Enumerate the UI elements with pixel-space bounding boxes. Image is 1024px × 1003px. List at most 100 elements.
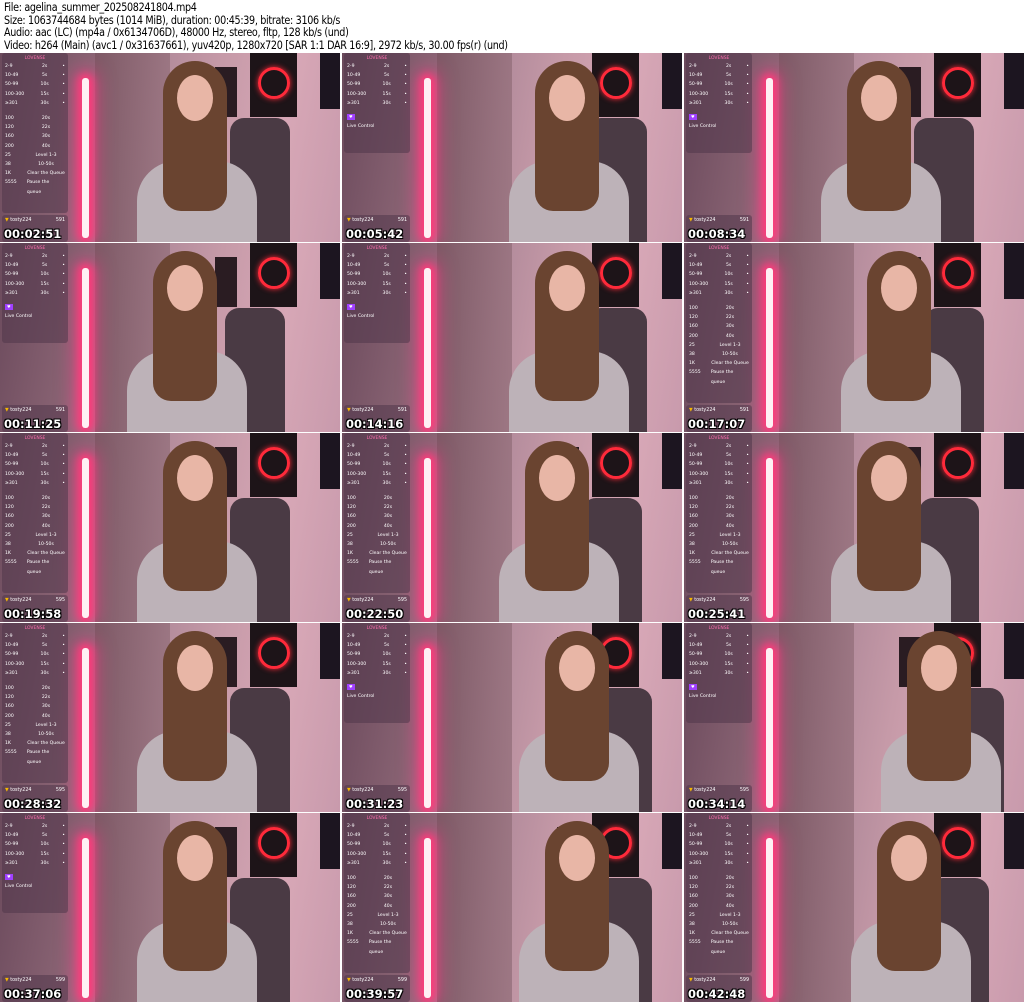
overlay-row: 1K Clear the Queue — [5, 741, 65, 747]
trophy-icon: ▼ — [5, 408, 9, 413]
neon-light — [424, 838, 431, 998]
overlay-row: 50-99 10s • — [5, 462, 65, 468]
overlay-row: 100-300 15s • — [689, 281, 749, 287]
overlay-row: ≥301 30s • — [5, 670, 65, 676]
overlay-tag: ♥ — [689, 114, 697, 121]
overlay-row: 2-9 2s • — [689, 64, 749, 69]
overlay-row: 10-49 5s • — [347, 453, 407, 459]
live-control-label: Live Control — [347, 694, 375, 700]
door — [437, 813, 512, 1002]
overlay-row: 120 22s — [689, 505, 735, 511]
lovense-overlay-panel: LOVENSE 2-9 2s • 10-49 5s • 50-99 10s • 100-300 15… — [686, 433, 752, 593]
timestamp: 00:28:32 — [4, 797, 62, 811]
overlay-tag: ♥ — [347, 684, 355, 691]
overlay-row: 100-300 15s • — [689, 471, 749, 477]
overlay-row: 1K Clear the Queue — [347, 931, 407, 937]
overlay-row: 50-99 10s • — [347, 652, 407, 658]
lovense-overlay-panel: LOVENSE 2-9 2s • 10-49 5s • 50-99 10s • 100-300 15… — [2, 433, 68, 593]
poster — [1004, 243, 1024, 299]
overlay-row: 50-99 10s • — [5, 272, 65, 278]
trophy-icon: ▼ — [5, 788, 9, 793]
overlay-row: 50-99 10s • — [689, 462, 749, 468]
overlay-row: ≥301 30s • — [347, 480, 407, 486]
neon-light — [424, 458, 431, 618]
overlay-row: ≥301 30s • — [689, 670, 749, 676]
tipper-name: tosty224 — [694, 408, 716, 413]
poster — [1004, 53, 1024, 109]
overlay-row: 5555 Pause the queue — [689, 370, 734, 385]
live-control-label: Live Control — [689, 694, 717, 700]
person — [519, 631, 639, 812]
overlay-row: 10-49 5s • — [347, 73, 407, 79]
neon-light — [82, 838, 89, 998]
poster — [662, 813, 682, 869]
video-thumbnail: LOVENSE 2-9 2s • 10-49 5s • 50-99 10s • 100-300 15… — [0, 53, 340, 242]
overlay-row: 100-300 15s • — [5, 661, 65, 667]
timestamp: 00:19:58 — [4, 607, 62, 621]
video-thumbnail: LOVENSE 2-9 2s • 10-49 5s • 50-99 10s • 100-300 15… — [342, 433, 682, 622]
overlay-row: 5555 Pause the queue — [5, 750, 50, 765]
overlay-row: 38 10-50s — [5, 162, 54, 168]
overlay-row: 100 20s — [689, 306, 735, 312]
video-thumbnail: LOVENSE 2-9 2s • 10-49 5s • 50-99 10s • 100-300 15… — [342, 53, 682, 242]
overlay-row: 10-49 5s • — [5, 643, 65, 649]
trophy-icon: ▼ — [347, 598, 351, 603]
overlay-row: 120 22s — [5, 695, 51, 701]
overlay-row: 120 22s — [347, 505, 393, 511]
overlay-row: 2-9 2s • — [347, 634, 407, 639]
neon-light — [82, 268, 89, 428]
poster — [320, 623, 340, 679]
neon-ring — [258, 447, 290, 479]
neon-light — [766, 458, 773, 618]
tipper-name: tosty224 — [352, 598, 374, 603]
overlay-row: 1K Clear the Queue — [347, 551, 407, 557]
overlay-tag: ♥ — [347, 114, 355, 121]
overlay-row: ≥301 30s • — [5, 860, 65, 866]
tipper-name: tosty224 — [10, 978, 32, 983]
overlay-brand: LOVENSE — [366, 436, 388, 441]
timestamp: 00:22:50 — [346, 607, 404, 621]
overlay-row: ≥301 30s • — [689, 860, 749, 866]
poster — [320, 433, 340, 489]
neon-light — [766, 78, 773, 238]
overlay-row: 5555 Pause the queue — [689, 940, 734, 955]
timestamp: 00:05:42 — [346, 227, 404, 241]
neon-light — [766, 838, 773, 998]
overlay-row: 100-300 15s • — [347, 471, 407, 477]
overlay-row: 120 22s — [5, 505, 51, 511]
overlay-row: 200 40s — [347, 903, 393, 909]
overlay-row: 160 30s — [689, 324, 735, 330]
tipper-name: tosty224 — [10, 788, 32, 793]
overlay-row: 160 30s — [689, 514, 735, 520]
person — [509, 251, 629, 432]
overlay-row: 25 Level 1-3 — [689, 532, 741, 538]
timestamp: 00:14:16 — [346, 417, 404, 431]
video-thumbnail: LOVENSE 2-9 2s • 10-49 5s • 50-99 10s • 100-300 15… — [0, 813, 340, 1002]
overlay-row: 100-300 15s • — [347, 91, 407, 97]
overlay-row: 2-9 2s • — [689, 254, 749, 259]
lovense-overlay-panel: LOVENSE 2-9 2s • 10-49 5s • 50-99 10s • 100-300 15… — [686, 623, 752, 723]
person — [821, 61, 941, 242]
overlay-row: 2-9 2s • — [5, 824, 65, 829]
tipper-name: tosty224 — [10, 408, 32, 413]
overlay-row: 10-49 5s • — [689, 833, 749, 839]
video-thumbnail: LOVENSE 2-9 2s • 10-49 5s • 50-99 10s • 100-300 15… — [0, 623, 340, 812]
overlay-row: 10-49 5s • — [689, 453, 749, 459]
overlay-row: 2-9 2s • — [347, 824, 407, 829]
lovense-overlay-panel: LOVENSE 2-9 2s • 10-49 5s • 50-99 10s • 100-300 15… — [2, 813, 68, 913]
overlay-row: 10-49 5s • — [5, 73, 65, 79]
neon-ring — [600, 447, 632, 479]
overlay-brand: LOVENSE — [366, 626, 388, 631]
live-control-label: Live Control — [689, 124, 717, 130]
trophy-icon: ▼ — [347, 978, 351, 983]
timestamp: 00:02:51 — [4, 227, 62, 241]
overlay-row: 25 Level 1-3 — [347, 532, 399, 538]
overlay-row: 50-99 10s • — [689, 82, 749, 88]
overlay-row: 2-9 2s • — [347, 64, 407, 69]
person — [851, 821, 971, 1002]
overlay-row: 100-300 15s • — [5, 281, 65, 287]
overlay-row: ≥301 30s • — [347, 670, 407, 676]
overlay-row: 38 10-50s — [347, 922, 396, 928]
overlay-row: 160 30s — [689, 894, 735, 900]
overlay-row: 100-300 15s • — [347, 281, 407, 287]
